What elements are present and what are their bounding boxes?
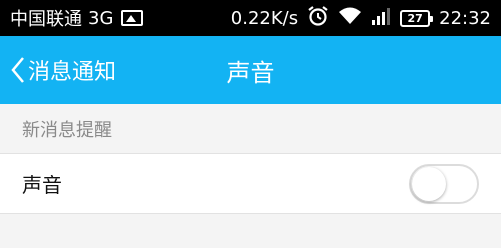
image-notification-icon <box>121 10 144 26</box>
toggle-knob <box>412 166 446 201</box>
section-header: 新消息提醒 <box>0 104 501 154</box>
status-left: 中国联通 3G <box>10 5 144 31</box>
status-right: 0.22K/s 27 22:32 <box>222 5 491 32</box>
sound-setting-row[interactable]: 声音 <box>0 154 501 214</box>
sound-toggle[interactable] <box>409 163 479 204</box>
back-button[interactable]: 消息通知 <box>10 36 116 104</box>
network-speed: 0.22K/s <box>230 7 299 29</box>
battery-level: 27 <box>407 11 423 25</box>
wifi-icon <box>338 6 362 31</box>
clock: 22:32 <box>439 7 491 29</box>
chevron-left-icon <box>11 57 24 83</box>
battery-icon: 27 <box>400 9 434 27</box>
back-button-label: 消息通知 <box>28 60 117 85</box>
sound-setting-label: 声音 <box>22 173 62 197</box>
navigation-bar: 声音 消息通知 <box>0 36 501 104</box>
alarm-icon <box>307 5 329 32</box>
empty-area <box>0 214 501 248</box>
status-bar: 中国联通 3G 0.22K/s 27 22:32 <box>0 0 501 36</box>
network-type: 3G <box>88 7 114 29</box>
screen: 中国联通 3G 0.22K/s 27 22:32 声音 消息通知 新消息提醒 声… <box>0 0 501 248</box>
signal-icon <box>371 7 391 30</box>
carrier-name: 中国联通 <box>10 9 82 30</box>
